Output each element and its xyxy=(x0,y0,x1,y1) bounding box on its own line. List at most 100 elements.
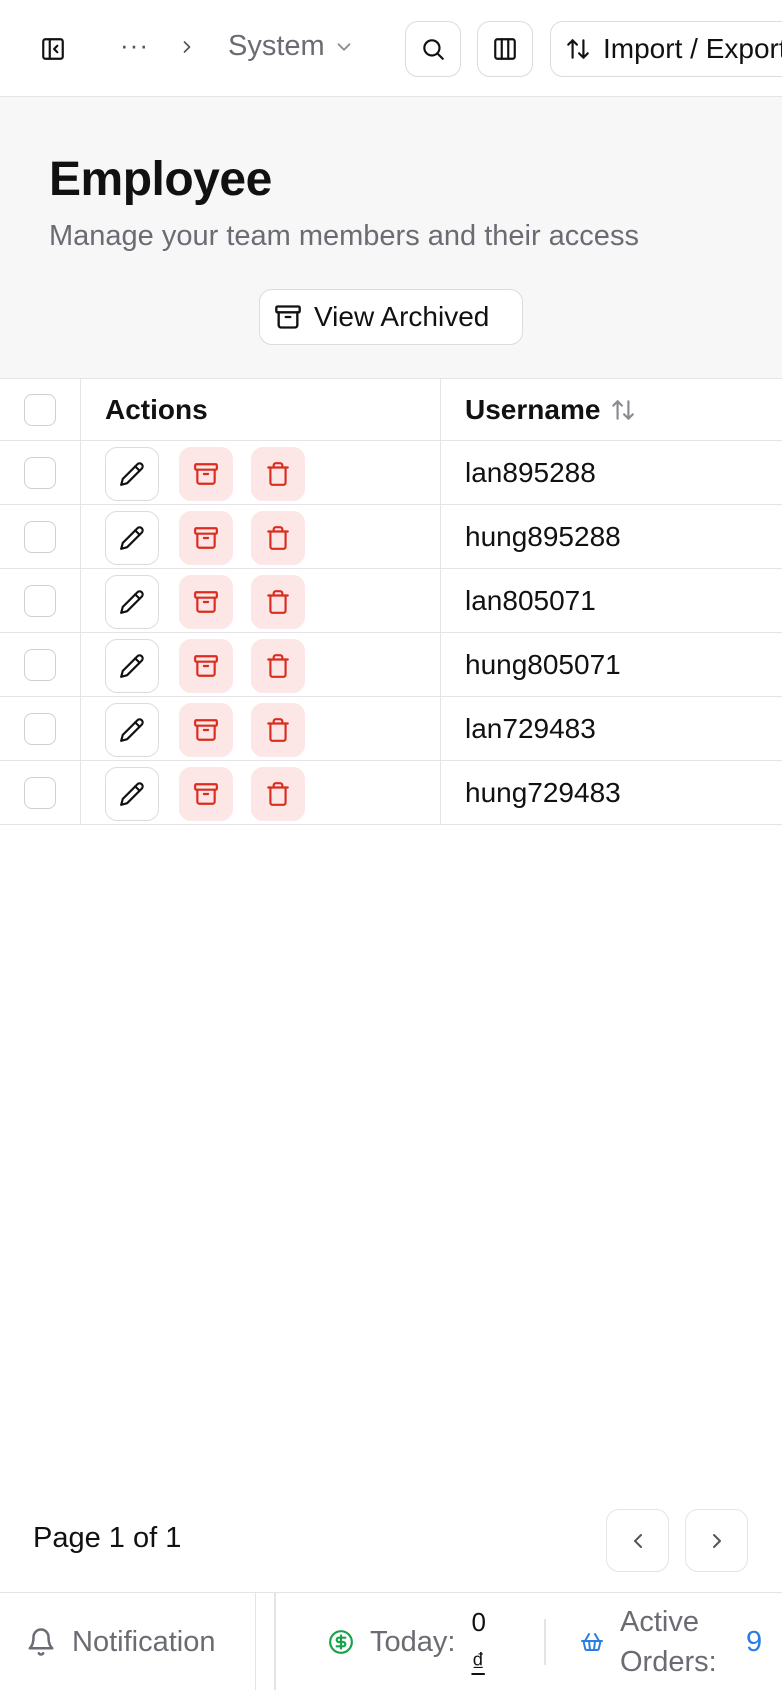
status-footer: Notification Today: 0 ₫ Active Orders: 9 xyxy=(0,1592,782,1690)
table-body: lan895288 hung895288 lan805071 hung80507… xyxy=(0,441,782,825)
username-column-header[interactable]: Username xyxy=(441,379,782,440)
trash-icon xyxy=(265,461,291,487)
edit-button[interactable] xyxy=(105,511,159,565)
page-title: Employee xyxy=(49,153,272,206)
username-value: lan895288 xyxy=(465,456,596,488)
archive-button[interactable] xyxy=(179,767,233,821)
archive-button[interactable] xyxy=(179,447,233,501)
row-select-cell xyxy=(0,441,81,504)
columns-button[interactable] xyxy=(477,21,533,77)
trash-icon xyxy=(265,589,291,615)
row-checkbox[interactable] xyxy=(24,776,56,809)
row-actions-cell xyxy=(81,761,441,824)
username-header-label: Username xyxy=(465,393,601,425)
previous-page-button[interactable] xyxy=(606,1509,669,1572)
row-select-cell xyxy=(0,569,81,632)
columns-icon xyxy=(492,36,518,62)
row-checkbox[interactable] xyxy=(24,520,56,553)
panel-left-close-icon xyxy=(40,36,66,62)
trash-icon xyxy=(265,717,291,743)
table-row: hung895288 xyxy=(0,505,782,569)
delete-button[interactable] xyxy=(251,511,305,565)
table-row: hung805071 xyxy=(0,633,782,697)
pencil-icon xyxy=(119,525,145,551)
import-export-label: Import / Export xyxy=(603,33,782,64)
active-orders: Active Orders: 9 xyxy=(580,1593,762,1690)
breadcrumb-more-button[interactable]: ··· xyxy=(120,30,149,61)
archive-icon xyxy=(274,303,302,331)
search-button[interactable] xyxy=(405,21,461,77)
table-row: lan895288 xyxy=(0,441,782,505)
archive-icon xyxy=(193,653,219,679)
pencil-icon xyxy=(119,461,145,487)
bell-icon xyxy=(26,1627,56,1657)
active-orders-label: Active Orders: xyxy=(620,1606,717,1678)
active-orders-value: 9 xyxy=(746,1625,763,1658)
edit-button[interactable] xyxy=(105,447,159,501)
table-row: lan729483 xyxy=(0,697,782,761)
page-header: Employee Manage your team members and th… xyxy=(0,97,782,378)
username-cell: lan805071 xyxy=(441,569,782,632)
footer-divider xyxy=(274,1593,276,1690)
archive-button[interactable] xyxy=(179,575,233,629)
delete-button[interactable] xyxy=(251,767,305,821)
row-checkbox[interactable] xyxy=(24,712,56,745)
row-actions-cell xyxy=(81,505,441,568)
row-actions-cell xyxy=(81,697,441,760)
row-actions-cell xyxy=(81,441,441,504)
breadcrumb-system[interactable]: System xyxy=(228,30,355,63)
archive-icon xyxy=(193,461,219,487)
edit-button[interactable] xyxy=(105,703,159,757)
row-checkbox[interactable] xyxy=(24,584,56,617)
sidebar-toggle-button[interactable] xyxy=(36,32,70,66)
row-actions-cell xyxy=(81,633,441,696)
username-cell: hung805071 xyxy=(441,633,782,696)
pencil-icon xyxy=(119,781,145,807)
chevron-right-icon xyxy=(705,1529,729,1553)
page-subtitle: Manage your team members and their acces… xyxy=(49,220,639,252)
select-all-checkbox[interactable] xyxy=(24,393,56,426)
row-select-cell xyxy=(0,697,81,760)
delete-button[interactable] xyxy=(251,575,305,629)
pencil-icon xyxy=(119,589,145,615)
delete-button[interactable] xyxy=(251,447,305,501)
pagination-label: Page 1 of 1 xyxy=(33,1522,182,1554)
pencil-icon xyxy=(119,653,145,679)
archive-button[interactable] xyxy=(179,639,233,693)
row-select-cell xyxy=(0,505,81,568)
today-value: 0 ₫ xyxy=(471,1602,495,1682)
username-value: hung895288 xyxy=(465,520,621,552)
delete-button[interactable] xyxy=(251,703,305,757)
username-value: lan805071 xyxy=(465,584,596,616)
select-all-cell xyxy=(0,379,81,440)
employee-table: Actions Username lan895288 hung895288 la… xyxy=(0,378,782,825)
actions-header-label: Actions xyxy=(105,393,208,425)
pencil-icon xyxy=(119,717,145,743)
archive-button[interactable] xyxy=(179,511,233,565)
today-currency: ₫ xyxy=(471,1647,485,1677)
sort-icon[interactable] xyxy=(610,397,636,423)
table-row: hung729483 xyxy=(0,761,782,825)
chevron-down-icon xyxy=(333,36,355,58)
import-export-button[interactable]: Import / Export xyxy=(550,21,782,77)
row-select-cell xyxy=(0,761,81,824)
breadcrumb-current-label: System xyxy=(228,30,325,62)
view-archived-button[interactable]: View Archived xyxy=(259,289,523,345)
archive-button[interactable] xyxy=(179,703,233,757)
chevron-right-icon xyxy=(176,30,198,64)
next-page-button[interactable] xyxy=(685,1509,748,1572)
edit-button[interactable] xyxy=(105,767,159,821)
edit-button[interactable] xyxy=(105,639,159,693)
notification-button[interactable]: Notification xyxy=(0,1593,256,1690)
row-checkbox[interactable] xyxy=(24,648,56,681)
username-value: hung729483 xyxy=(465,776,621,808)
username-value: lan729483 xyxy=(465,712,596,744)
actions-column-header: Actions xyxy=(81,379,441,440)
table-header-row: Actions Username xyxy=(0,379,782,441)
chevron-left-icon xyxy=(626,1529,650,1553)
edit-button[interactable] xyxy=(105,575,159,629)
delete-button[interactable] xyxy=(251,639,305,693)
row-checkbox[interactable] xyxy=(24,456,56,489)
archive-icon xyxy=(193,781,219,807)
row-select-cell xyxy=(0,633,81,696)
